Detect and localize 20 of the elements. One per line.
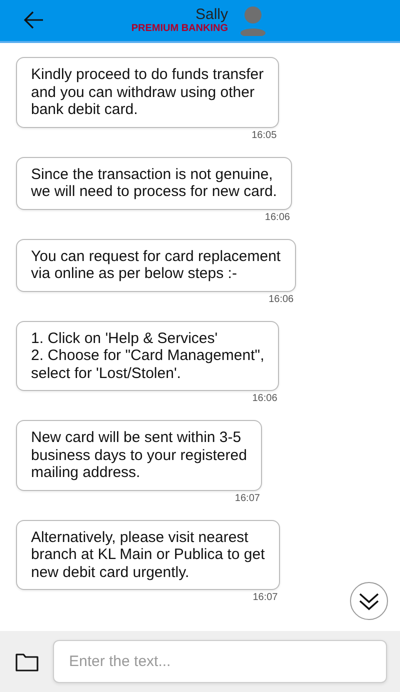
message-bubble: New card will be sent within 3-5 business days to your registered mailing address. xyxy=(16,420,262,490)
message-input[interactable]: Enter the text... xyxy=(53,640,387,683)
message-bubble: Alternatively, please visit nearest branch at KL Main or Publica to get new debit card urgently. xyxy=(16,520,280,590)
contact-name: Sally xyxy=(195,6,228,23)
message-time: 16:07 xyxy=(234,492,260,504)
message-time: 16:05 xyxy=(252,130,277,142)
message-time: 16:07 xyxy=(252,592,278,604)
message-bubble: Kindly proceed to do funds transfer and you can withdraw using other bank debit card. xyxy=(16,57,279,128)
avatar-icon xyxy=(240,6,266,36)
folder-icon[interactable] xyxy=(15,652,39,672)
back-arrow-icon[interactable] xyxy=(24,11,44,29)
scroll-down-button[interactable] xyxy=(350,582,388,620)
message-time: 16:06 xyxy=(264,212,290,224)
message-bubble: You can request for card replacement via online as per below steps :- xyxy=(16,238,296,292)
message-bubble: 1. Click on 'Help & Services' 2. Choose for "Card Management", select for 'Lost/Stolen'. xyxy=(16,320,280,391)
double-chevron-icon xyxy=(358,591,380,611)
message-time: 16:06 xyxy=(268,294,294,306)
message-time: 16:06 xyxy=(252,393,278,405)
message-bubble: Since the transaction is not genuine, we will need to process for new card. xyxy=(16,156,292,210)
contact-subtitle: PREMIUM BANKING xyxy=(131,23,228,35)
